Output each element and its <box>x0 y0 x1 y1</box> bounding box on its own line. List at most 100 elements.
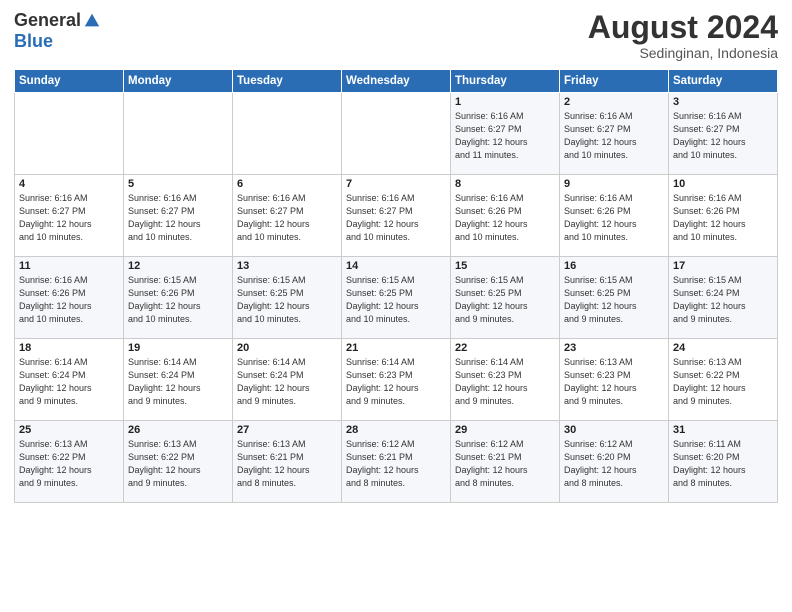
day-number: 3 <box>673 96 773 108</box>
col-saturday: Saturday <box>669 70 778 93</box>
day-info: Sunrise: 6:13 AM Sunset: 6:22 PM Dayligh… <box>19 438 119 490</box>
day-number: 13 <box>237 260 337 272</box>
day-number: 31 <box>673 424 773 436</box>
calendar-cell-w4-d1: 18 Sunrise: 6:14 AM Sunset: 6:24 PM Dayli… <box>15 339 124 421</box>
day-number: 6 <box>237 178 337 190</box>
day-info: Sunrise: 6:15 AM Sunset: 6:25 PM Dayligh… <box>455 274 555 326</box>
calendar-cell-w1-d2 <box>124 93 233 175</box>
calendar-cell-w1-d1 <box>15 93 124 175</box>
logo: General Blue <box>14 10 101 52</box>
logo-blue-text: Blue <box>14 31 53 52</box>
day-number: 20 <box>237 342 337 354</box>
calendar-cell-w4-d2: 19 Sunrise: 6:14 AM Sunset: 6:24 PM Dayli… <box>124 339 233 421</box>
title-area: August 2024 Sedinginan, Indonesia <box>588 10 778 61</box>
week-row-2: 4 Sunrise: 6:16 AM Sunset: 6:27 PM Daylig… <box>15 175 778 257</box>
day-number: 10 <box>673 178 773 190</box>
week-row-3: 11 Sunrise: 6:16 AM Sunset: 6:26 PM Dayli… <box>15 257 778 339</box>
calendar-cell-w3-d1: 11 Sunrise: 6:16 AM Sunset: 6:26 PM Dayli… <box>15 257 124 339</box>
header: General Blue August 2024 Sedinginan, Ind… <box>14 10 778 61</box>
day-number: 27 <box>237 424 337 436</box>
day-number: 8 <box>455 178 555 190</box>
day-number: 17 <box>673 260 773 272</box>
calendar-cell-w5-d5: 29 Sunrise: 6:12 AM Sunset: 6:21 PM Dayli… <box>451 421 560 503</box>
calendar-cell-w5-d7: 31 Sunrise: 6:11 AM Sunset: 6:20 PM Dayli… <box>669 421 778 503</box>
day-info: Sunrise: 6:15 AM Sunset: 6:26 PM Dayligh… <box>128 274 228 326</box>
day-number: 18 <box>19 342 119 354</box>
calendar-cell-w3-d3: 13 Sunrise: 6:15 AM Sunset: 6:25 PM Dayli… <box>233 257 342 339</box>
day-info: Sunrise: 6:15 AM Sunset: 6:25 PM Dayligh… <box>564 274 664 326</box>
calendar-cell-w3-d4: 14 Sunrise: 6:15 AM Sunset: 6:25 PM Dayli… <box>342 257 451 339</box>
day-info: Sunrise: 6:16 AM Sunset: 6:26 PM Dayligh… <box>673 192 773 244</box>
col-thursday: Thursday <box>451 70 560 93</box>
col-friday: Friday <box>560 70 669 93</box>
week-row-5: 25 Sunrise: 6:13 AM Sunset: 6:22 PM Dayli… <box>15 421 778 503</box>
week-row-4: 18 Sunrise: 6:14 AM Sunset: 6:24 PM Dayli… <box>15 339 778 421</box>
col-sunday: Sunday <box>15 70 124 93</box>
day-info: Sunrise: 6:15 AM Sunset: 6:25 PM Dayligh… <box>346 274 446 326</box>
calendar-cell-w5-d1: 25 Sunrise: 6:13 AM Sunset: 6:22 PM Dayli… <box>15 421 124 503</box>
day-number: 28 <box>346 424 446 436</box>
calendar-cell-w4-d6: 23 Sunrise: 6:13 AM Sunset: 6:23 PM Dayli… <box>560 339 669 421</box>
day-number: 12 <box>128 260 228 272</box>
calendar-cell-w1-d6: 2Sunrise: 6:16 AM Sunset: 6:27 PM Daylig… <box>560 93 669 175</box>
calendar-cell-w2-d2: 5Sunrise: 6:16 AM Sunset: 6:27 PM Daylig… <box>124 175 233 257</box>
day-info: Sunrise: 6:13 AM Sunset: 6:21 PM Dayligh… <box>237 438 337 490</box>
day-number: 4 <box>19 178 119 190</box>
day-info: Sunrise: 6:16 AM Sunset: 6:27 PM Dayligh… <box>673 110 773 162</box>
day-number: 26 <box>128 424 228 436</box>
day-info: Sunrise: 6:14 AM Sunset: 6:24 PM Dayligh… <box>19 356 119 408</box>
calendar-cell-w2-d4: 7Sunrise: 6:16 AM Sunset: 6:27 PM Daylig… <box>342 175 451 257</box>
calendar-cell-w3-d6: 16 Sunrise: 6:15 AM Sunset: 6:25 PM Dayli… <box>560 257 669 339</box>
calendar-cell-w4-d5: 22 Sunrise: 6:14 AM Sunset: 6:23 PM Dayli… <box>451 339 560 421</box>
day-number: 11 <box>19 260 119 272</box>
calendar-cell-w5-d6: 30 Sunrise: 6:12 AM Sunset: 6:20 PM Dayli… <box>560 421 669 503</box>
location: Sedinginan, Indonesia <box>588 45 778 61</box>
calendar-cell-w5-d4: 28 Sunrise: 6:12 AM Sunset: 6:21 PM Dayli… <box>342 421 451 503</box>
day-number: 14 <box>346 260 446 272</box>
day-number: 15 <box>455 260 555 272</box>
calendar-cell-w1-d5: 1Sunrise: 6:16 AM Sunset: 6:27 PM Daylig… <box>451 93 560 175</box>
day-number: 29 <box>455 424 555 436</box>
day-info: Sunrise: 6:14 AM Sunset: 6:23 PM Dayligh… <box>346 356 446 408</box>
calendar-header-row: Sunday Monday Tuesday Wednesday Thursday… <box>15 70 778 93</box>
day-info: Sunrise: 6:12 AM Sunset: 6:21 PM Dayligh… <box>346 438 446 490</box>
day-info: Sunrise: 6:16 AM Sunset: 6:27 PM Dayligh… <box>346 192 446 244</box>
logo-general-text: General <box>14 10 81 31</box>
day-info: Sunrise: 6:12 AM Sunset: 6:20 PM Dayligh… <box>564 438 664 490</box>
day-info: Sunrise: 6:15 AM Sunset: 6:25 PM Dayligh… <box>237 274 337 326</box>
day-number: 16 <box>564 260 664 272</box>
day-number: 24 <box>673 342 773 354</box>
calendar-cell-w4-d7: 24Sunrise: 6:13 AM Sunset: 6:22 PM Dayli… <box>669 339 778 421</box>
day-number: 19 <box>128 342 228 354</box>
day-number: 25 <box>19 424 119 436</box>
day-number: 23 <box>564 342 664 354</box>
day-info: Sunrise: 6:16 AM Sunset: 6:27 PM Dayligh… <box>19 192 119 244</box>
day-info: Sunrise: 6:11 AM Sunset: 6:20 PM Dayligh… <box>673 438 773 490</box>
calendar-cell-w2-d6: 9Sunrise: 6:16 AM Sunset: 6:26 PM Daylig… <box>560 175 669 257</box>
day-info: Sunrise: 6:16 AM Sunset: 6:27 PM Dayligh… <box>237 192 337 244</box>
calendar-cell-w3-d5: 15 Sunrise: 6:15 AM Sunset: 6:25 PM Dayli… <box>451 257 560 339</box>
day-number: 21 <box>346 342 446 354</box>
calendar-cell-w3-d2: 12 Sunrise: 6:15 AM Sunset: 6:26 PM Dayli… <box>124 257 233 339</box>
month-year: August 2024 <box>588 10 778 45</box>
calendar-cell-w5-d2: 26Sunrise: 6:13 AM Sunset: 6:22 PM Dayli… <box>124 421 233 503</box>
col-monday: Monday <box>124 70 233 93</box>
day-number: 30 <box>564 424 664 436</box>
day-info: Sunrise: 6:14 AM Sunset: 6:23 PM Dayligh… <box>455 356 555 408</box>
calendar-cell-w1-d3 <box>233 93 342 175</box>
logo-icon <box>83 12 101 30</box>
day-info: Sunrise: 6:16 AM Sunset: 6:26 PM Dayligh… <box>19 274 119 326</box>
calendar-cell-w2-d5: 8 Sunrise: 6:16 AM Sunset: 6:26 PM Daylig… <box>451 175 560 257</box>
day-info: Sunrise: 6:16 AM Sunset: 6:27 PM Dayligh… <box>455 110 555 162</box>
day-number: 22 <box>455 342 555 354</box>
day-info: Sunrise: 6:15 AM Sunset: 6:24 PM Dayligh… <box>673 274 773 326</box>
day-info: Sunrise: 6:16 AM Sunset: 6:26 PM Dayligh… <box>455 192 555 244</box>
day-number: 9 <box>564 178 664 190</box>
day-info: Sunrise: 6:14 AM Sunset: 6:24 PM Dayligh… <box>128 356 228 408</box>
calendar-cell-w4-d3: 20Sunrise: 6:14 AM Sunset: 6:24 PM Dayli… <box>233 339 342 421</box>
calendar-cell-w4-d4: 21 Sunrise: 6:14 AM Sunset: 6:23 PM Dayli… <box>342 339 451 421</box>
day-info: Sunrise: 6:12 AM Sunset: 6:21 PM Dayligh… <box>455 438 555 490</box>
calendar-cell-w2-d1: 4 Sunrise: 6:16 AM Sunset: 6:27 PM Daylig… <box>15 175 124 257</box>
week-row-1: 1Sunrise: 6:16 AM Sunset: 6:27 PM Daylig… <box>15 93 778 175</box>
day-info: Sunrise: 6:13 AM Sunset: 6:23 PM Dayligh… <box>564 356 664 408</box>
